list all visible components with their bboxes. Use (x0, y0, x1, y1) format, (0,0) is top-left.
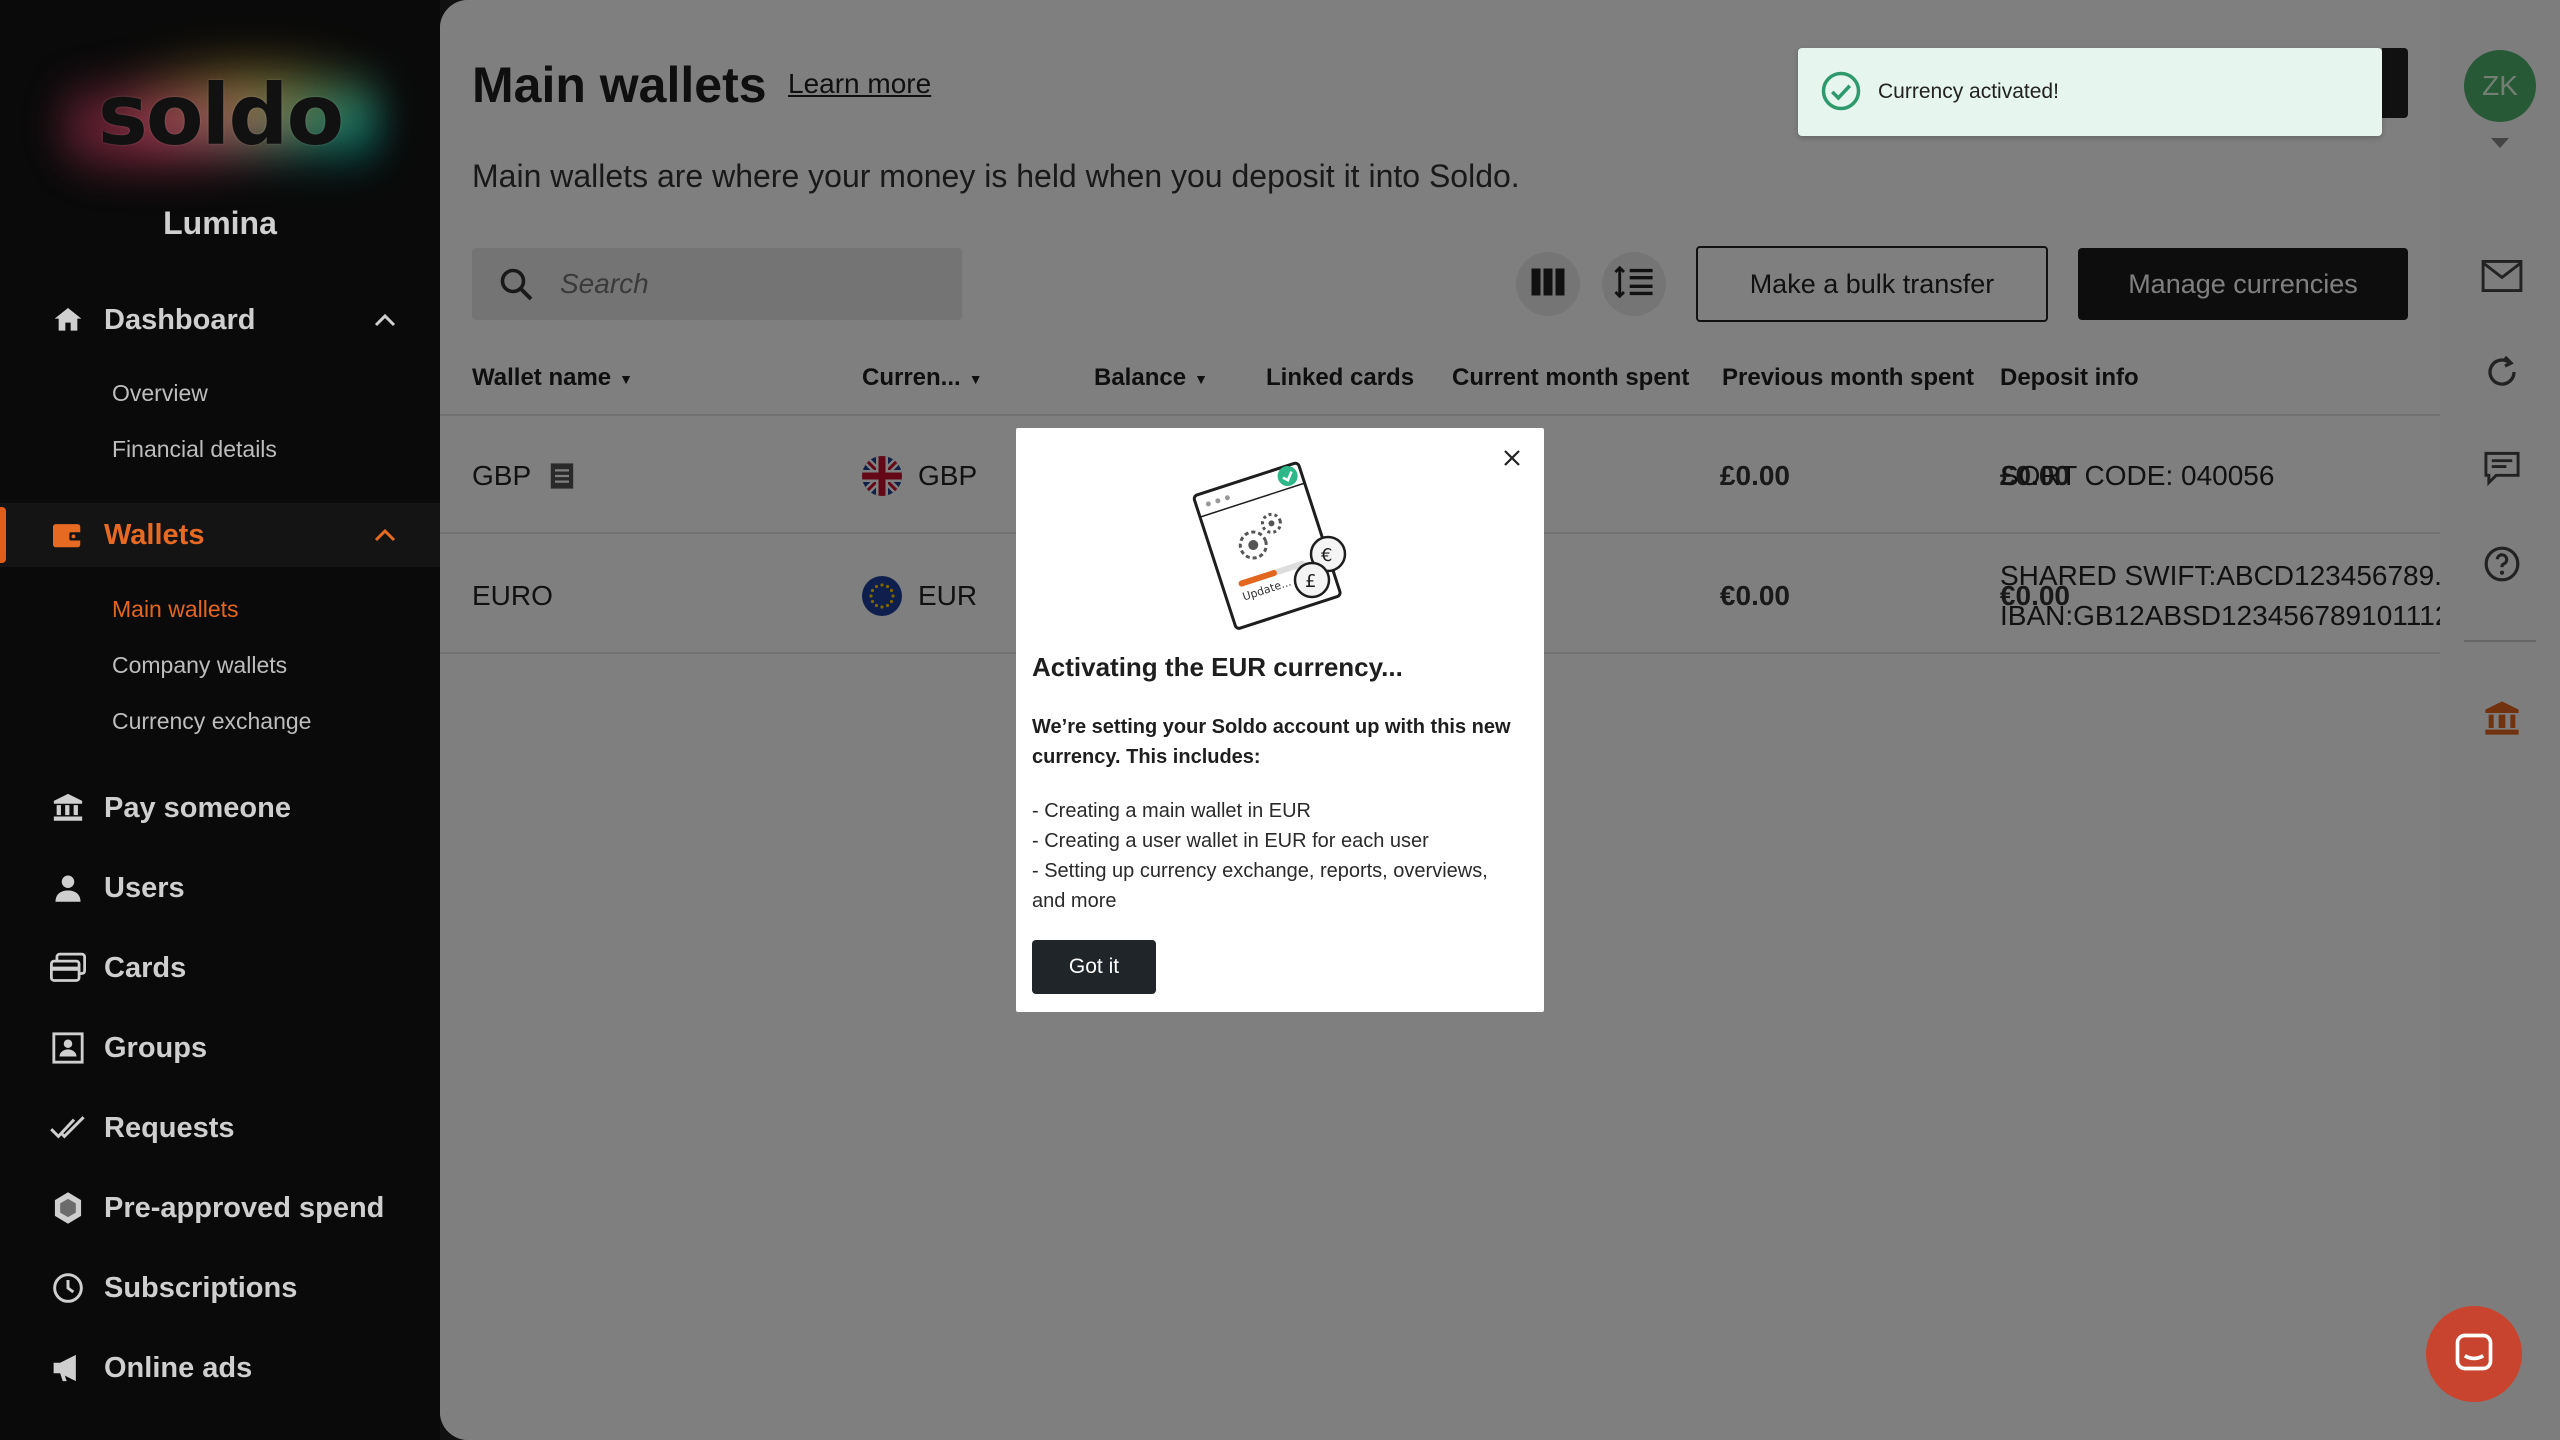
sidebar-subitem-currency-exchange[interactable]: Currency exchange (112, 708, 311, 735)
sidebar-item-label: Pre-approved spend (104, 1191, 385, 1224)
got-it-button[interactable]: Got it (1032, 940, 1156, 994)
wallet-icon (50, 517, 86, 553)
dialog-list: - Creating a main wallet in EUR - Creati… (1032, 796, 1522, 916)
list-item: - Setting up currency exchange, reports,… (1032, 860, 1488, 912)
soldo-logo[interactable]: soldo (60, 50, 380, 180)
sidebar-subitem-overview[interactable]: Overview (112, 380, 208, 407)
sidebar-item-label: Requests (104, 1111, 235, 1144)
sidebar-item-label: Users (104, 871, 185, 904)
logo-text: soldo (97, 66, 344, 164)
hexagon-icon (50, 1190, 86, 1226)
sidebar-item-label: Pay someone (104, 791, 291, 824)
pound-coin-icon: £ (1305, 571, 1316, 592)
euro-coin-icon: € (1321, 545, 1332, 566)
megaphone-icon (50, 1350, 86, 1386)
sidebar-item-subscriptions[interactable]: Subscriptions (0, 1256, 440, 1320)
dialog-intro: We’re setting your Soldo account up with… (1032, 716, 1511, 768)
sidebar: soldo Lumina Dashboard Overview Financia… (0, 0, 440, 1440)
messenger-icon (2452, 1330, 2496, 1379)
sidebar-item-dashboard[interactable]: Dashboard (0, 288, 440, 352)
sidebar-item-pay-someone[interactable]: Pay someone (0, 776, 440, 840)
cards-icon (50, 950, 86, 986)
sidebar-item-users[interactable]: Users (0, 856, 440, 920)
sidebar-item-label: Dashboard (104, 303, 256, 336)
close-icon[interactable] (1496, 442, 1528, 474)
chevron-up-icon[interactable] (374, 307, 396, 333)
sidebar-subitem-company-wallets[interactable]: Company wallets (112, 652, 287, 679)
support-chat-button[interactable] (2426, 1306, 2522, 1402)
activation-dialog: Update... € £ Activating the EUR currenc… (1016, 428, 1544, 1012)
sidebar-subitem-main-wallets[interactable]: Main wallets (112, 596, 239, 623)
sidebar-item-label: Wallets (104, 518, 205, 551)
sidebar-item-label: Cards (104, 951, 187, 984)
sidebar-subitem-financial-details[interactable]: Financial details (112, 436, 277, 463)
company-name: Lumina (163, 205, 277, 241)
sidebar-item-label: Groups (104, 1031, 208, 1064)
sidebar-item-pre-approved-spend[interactable]: Pre-approved spend (0, 1176, 440, 1240)
sidebar-item-requests[interactable]: Requests (0, 1096, 440, 1160)
clock-icon (50, 1270, 86, 1306)
chevron-up-icon[interactable] (374, 522, 396, 548)
success-toast: Currency activated! (1798, 48, 2382, 136)
sidebar-item-groups[interactable]: Groups (0, 1016, 440, 1080)
list-item: - Creating a main wallet in EUR (1032, 800, 1311, 822)
check-circle-icon (1820, 70, 1862, 117)
groups-icon (50, 1030, 86, 1066)
home-icon (50, 302, 86, 338)
sidebar-item-wallets[interactable]: Wallets (0, 503, 440, 567)
sidebar-item-online-ads[interactable]: Online ads (0, 1336, 440, 1400)
toast-shadow-edge (2382, 48, 2408, 118)
sidebar-item-label: Subscriptions (104, 1271, 298, 1304)
sidebar-item-cards[interactable]: Cards (0, 936, 440, 1000)
toast-message: Currency activated! (1878, 80, 2059, 103)
currency-update-illustration: Update... € £ (1188, 442, 1368, 637)
dialog-title: Activating the EUR currency... (1032, 652, 1403, 682)
user-icon (50, 870, 86, 906)
bank-transfer-icon (50, 790, 86, 826)
sidebar-item-label: Online ads (104, 1351, 253, 1384)
list-item: - Creating a user wallet in EUR for each… (1032, 830, 1429, 852)
double-check-icon (50, 1110, 86, 1146)
